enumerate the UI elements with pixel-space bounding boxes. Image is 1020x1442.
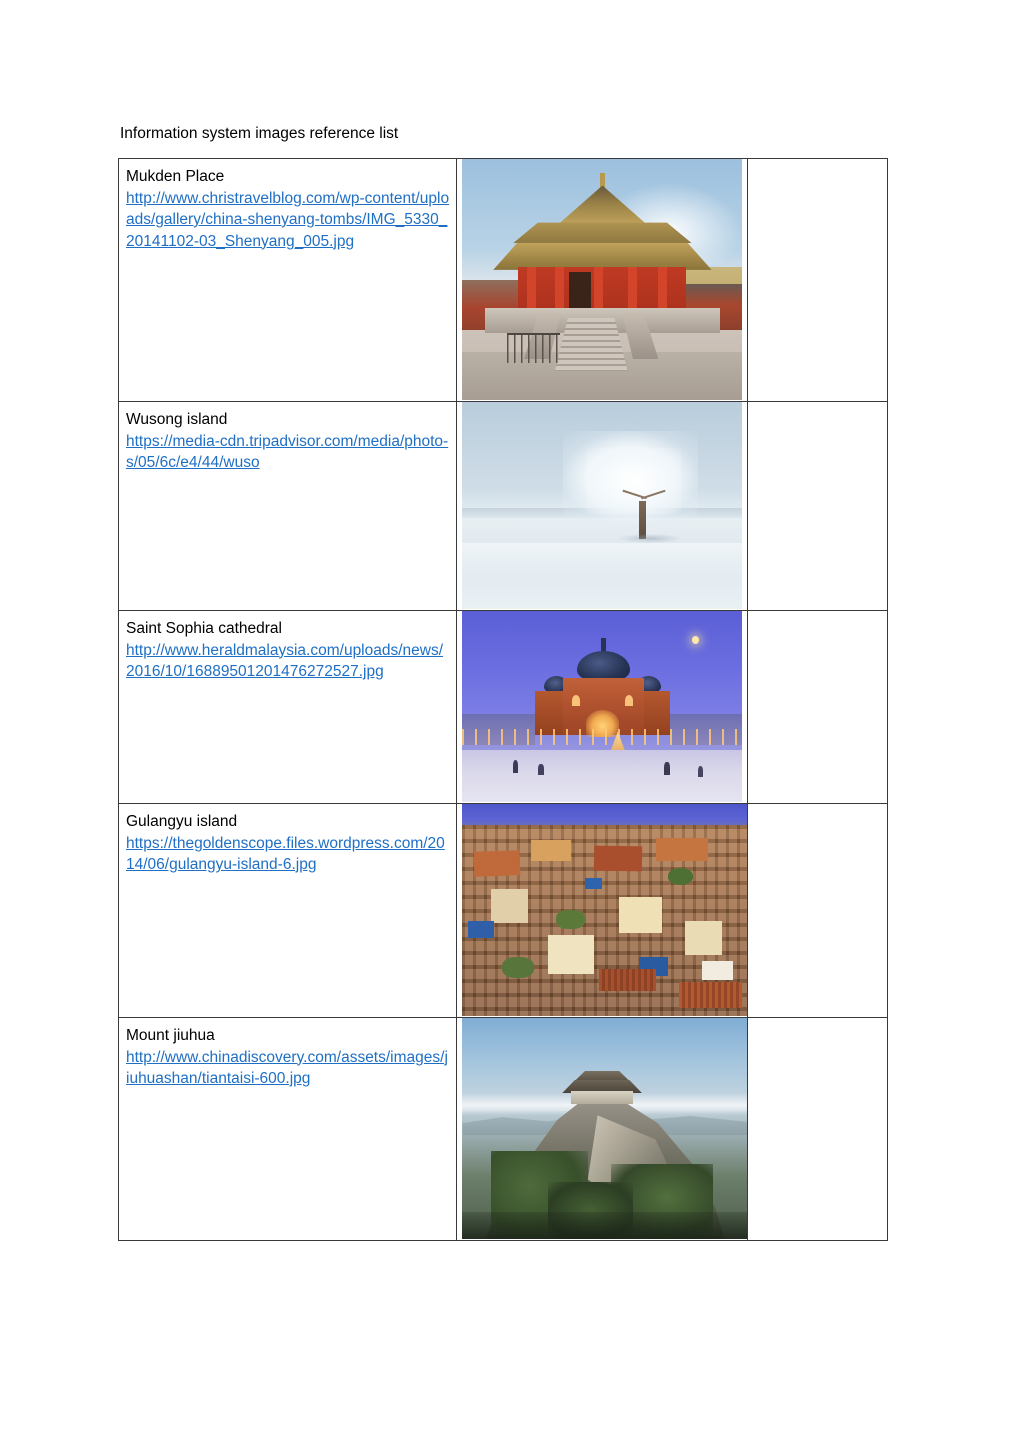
place-name: Saint Sophia cathedral	[126, 620, 282, 637]
table-row: Mount jiuhua http://www.chinadiscovery.c…	[117, 1017, 889, 1241]
place-name: Mukden Place	[126, 168, 225, 185]
table-cell-image	[456, 1017, 748, 1241]
place-url-link[interactable]: http://www.christravelblog.com/wp-conten…	[126, 188, 450, 253]
place-url-link[interactable]: https://thegoldenscope.files.wordpress.c…	[126, 833, 450, 876]
reference-image	[462, 611, 743, 802]
table-row: Mukden Place http://www.christravelblog.…	[117, 158, 889, 402]
table-cell-blank	[746, 1017, 889, 1241]
place-url-link[interactable]: http://www.chinadiscovery.com/assets/ima…	[126, 1047, 450, 1090]
reference-image	[462, 804, 748, 1016]
table-cell-image	[456, 158, 748, 402]
images-reference-table: Mukden Place http://www.christravelblog.…	[117, 158, 889, 1241]
table-cell-text: Mukden Place http://www.christravelblog.…	[117, 158, 458, 402]
place-name: Mount jiuhua	[126, 1027, 215, 1044]
table-cell-text: Gulangyu island https://thegoldenscope.f…	[117, 803, 458, 1018]
table-cell-image	[456, 401, 748, 611]
place-name: Wusong island	[126, 411, 228, 428]
place-name: Gulangyu island	[126, 813, 238, 830]
table-cell-text: Saint Sophia cathedral http://www.herald…	[117, 610, 458, 804]
table-row: Gulangyu island https://thegoldenscope.f…	[117, 803, 889, 1018]
page-title: Information system images reference list	[120, 125, 399, 142]
table-cell-image	[456, 610, 748, 804]
table-cell-blank	[746, 401, 889, 611]
reference-image	[462, 159, 743, 400]
reference-image	[462, 1018, 748, 1239]
table-cell-text: Wusong island https://media-cdn.tripadvi…	[117, 401, 458, 611]
table-cell-text: Mount jiuhua http://www.chinadiscovery.c…	[117, 1017, 458, 1241]
document-page: Information system images reference list…	[0, 0, 1020, 1442]
table-cell-blank	[746, 610, 889, 804]
table-row: Wusong island https://media-cdn.tripadvi…	[117, 401, 889, 611]
place-url-link[interactable]: http://www.heraldmalaysia.com/uploads/ne…	[126, 640, 450, 683]
table-cell-blank	[746, 803, 889, 1018]
table-row: Saint Sophia cathedral http://www.herald…	[117, 610, 889, 804]
table-cell-image	[456, 803, 748, 1018]
reference-image	[462, 402, 743, 609]
place-url-link[interactable]: https://media-cdn.tripadvisor.com/media/…	[126, 431, 450, 474]
table-cell-blank	[746, 158, 889, 402]
